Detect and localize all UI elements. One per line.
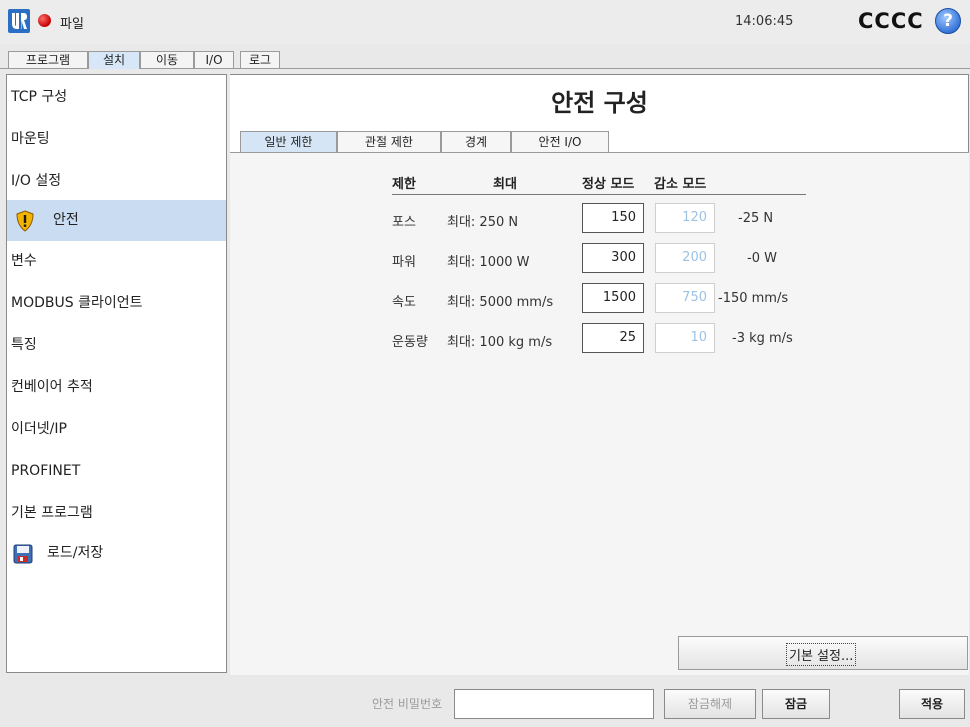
apply-button[interactable]: 적용 <box>899 689 965 719</box>
force-normal-input[interactable]: 150 <box>582 203 644 233</box>
sidebar-item-ethernet-ip[interactable]: 이더넷/IP <box>7 409 226 450</box>
file-menu[interactable]: 파일 <box>60 13 84 32</box>
sidebar-item-load-save[interactable]: 로드/저장 <box>7 533 226 574</box>
row-label-force: 포스 <box>392 215 416 230</box>
default-settings-label: 기본 설정... <box>786 643 857 666</box>
row-diff-speed: -150 mm/s <box>718 291 789 306</box>
unlock-button[interactable]: 잠금해제 <box>664 689 756 719</box>
row-label-speed: 속도 <box>392 295 416 310</box>
tab-installation[interactable]: 설치 <box>88 51 140 69</box>
row-diff-momentum: -3 kg m/s <box>732 331 793 346</box>
default-settings-button[interactable]: 기본 설정... <box>678 636 968 670</box>
sidebar-item-label: 기본 프로그램 <box>11 505 93 521</box>
row-diff-force: -25 N <box>738 211 774 226</box>
tab-log[interactable]: 로그 <box>240 51 280 68</box>
column-header-reduced: 감소 모드 <box>654 177 707 192</box>
row-label-momentum: 운동량 <box>392 335 428 350</box>
sidebar-item-label: 마운팅 <box>11 131 50 147</box>
speed-reduced-input[interactable]: 750 <box>655 283 715 313</box>
sidebar-item-conveyor[interactable]: 컨베이어 추적 <box>7 367 226 408</box>
sidebar-item-label: 안전 <box>53 212 79 228</box>
force-reduced-input[interactable]: 120 <box>655 203 715 233</box>
robot-name: CCCC <box>858 9 924 33</box>
sidebar-item-features[interactable]: 특징 <box>7 325 226 366</box>
sidebar-item-mounting[interactable]: 마운팅 <box>7 119 226 160</box>
floppy-disk-icon <box>13 544 33 564</box>
tab-move[interactable]: 이동 <box>140 51 194 68</box>
tab-io[interactable]: I/O <box>194 51 234 68</box>
status-indicator-icon <box>38 14 51 27</box>
help-icon[interactable]: ? <box>935 8 961 34</box>
tab-general-limits[interactable]: 일반 제한 <box>240 131 337 152</box>
speed-normal-input[interactable]: 1500 <box>582 283 644 313</box>
sidebar-item-label: 특징 <box>11 337 37 353</box>
ur-logo-icon <box>8 9 30 33</box>
main-tab-bar: 프로그램 설치 이동 I/O 로그 <box>0 48 970 69</box>
page-title: 안전 구성 <box>551 89 648 117</box>
column-header-normal: 정상 모드 <box>582 177 635 192</box>
general-limits-panel: 제한 최대 정상 모드 감소 모드 포스 최대: 250 N 150 120 -… <box>230 152 969 675</box>
row-diff-power: -0 W <box>747 251 777 266</box>
column-header-max: 최대 <box>493 177 517 192</box>
safety-password-input[interactable] <box>454 689 654 719</box>
clock: 14:06:45 <box>735 14 794 29</box>
tab-boundaries[interactable]: 경계 <box>441 131 511 152</box>
sidebar-item-io-setup[interactable]: I/O 설정 <box>7 161 226 202</box>
sidebar-item-label: TCP 구성 <box>11 89 68 105</box>
sidebar-item-label: I/O 설정 <box>11 173 62 189</box>
tab-safety-io[interactable]: 안전 I/O <box>511 131 609 152</box>
sidebar-item-label: 컨베이어 추적 <box>11 379 93 395</box>
row-max-momentum: 최대: 100 kg m/s <box>447 335 553 350</box>
sidebar-item-label: 변수 <box>11 253 37 269</box>
safety-subtab-bar: 일반 제한 관절 제한 경계 안전 I/O <box>230 129 969 152</box>
sidebar-item-profinet[interactable]: PROFINET <box>7 451 226 492</box>
safety-configuration-panel: 안전 구성 일반 제한 관절 제한 경계 안전 I/O 제한 최대 정상 모드 … <box>230 74 969 675</box>
momentum-reduced-input[interactable]: 10 <box>655 323 715 353</box>
row-max-force: 최대: 250 N <box>447 215 519 230</box>
sidebar-item-label: 로드/저장 <box>47 545 104 561</box>
sidebar-item-safety[interactable]: 안전 <box>7 200 226 241</box>
row-max-power: 최대: 1000 W <box>447 255 530 270</box>
installation-sidebar: TCP 구성 마운팅 I/O 설정 안전 변수 MODBUS 클라이언트 특징 … <box>6 74 227 673</box>
sidebar-item-tcp[interactable]: TCP 구성 <box>7 77 226 118</box>
sidebar-item-default-program[interactable]: 기본 프로그램 <box>7 493 226 534</box>
safety-password-label: 안전 비밀번호 <box>372 697 443 711</box>
tab-program[interactable]: 프로그램 <box>8 51 88 68</box>
sidebar-item-label: PROFINET <box>11 463 81 479</box>
power-normal-input[interactable]: 300 <box>582 243 644 273</box>
sidebar-item-variables[interactable]: 변수 <box>7 241 226 282</box>
column-header-limit: 제한 <box>392 177 416 192</box>
lock-button[interactable]: 잠금 <box>762 689 830 719</box>
row-label-power: 파워 <box>392 255 416 270</box>
sidebar-item-label: MODBUS 클라이언트 <box>11 295 143 311</box>
title-bar: 파일 14:06:45 CCCC ? <box>0 0 970 44</box>
power-reduced-input[interactable]: 200 <box>655 243 715 273</box>
sidebar-item-label: 이더넷/IP <box>11 421 67 437</box>
header-divider <box>392 194 806 195</box>
momentum-normal-input[interactable]: 25 <box>582 323 644 353</box>
row-max-speed: 최대: 5000 mm/s <box>447 295 554 310</box>
tab-joint-limits[interactable]: 관절 제한 <box>337 131 441 152</box>
sidebar-item-modbus[interactable]: MODBUS 클라이언트 <box>7 283 226 324</box>
warning-shield-icon <box>16 210 34 232</box>
